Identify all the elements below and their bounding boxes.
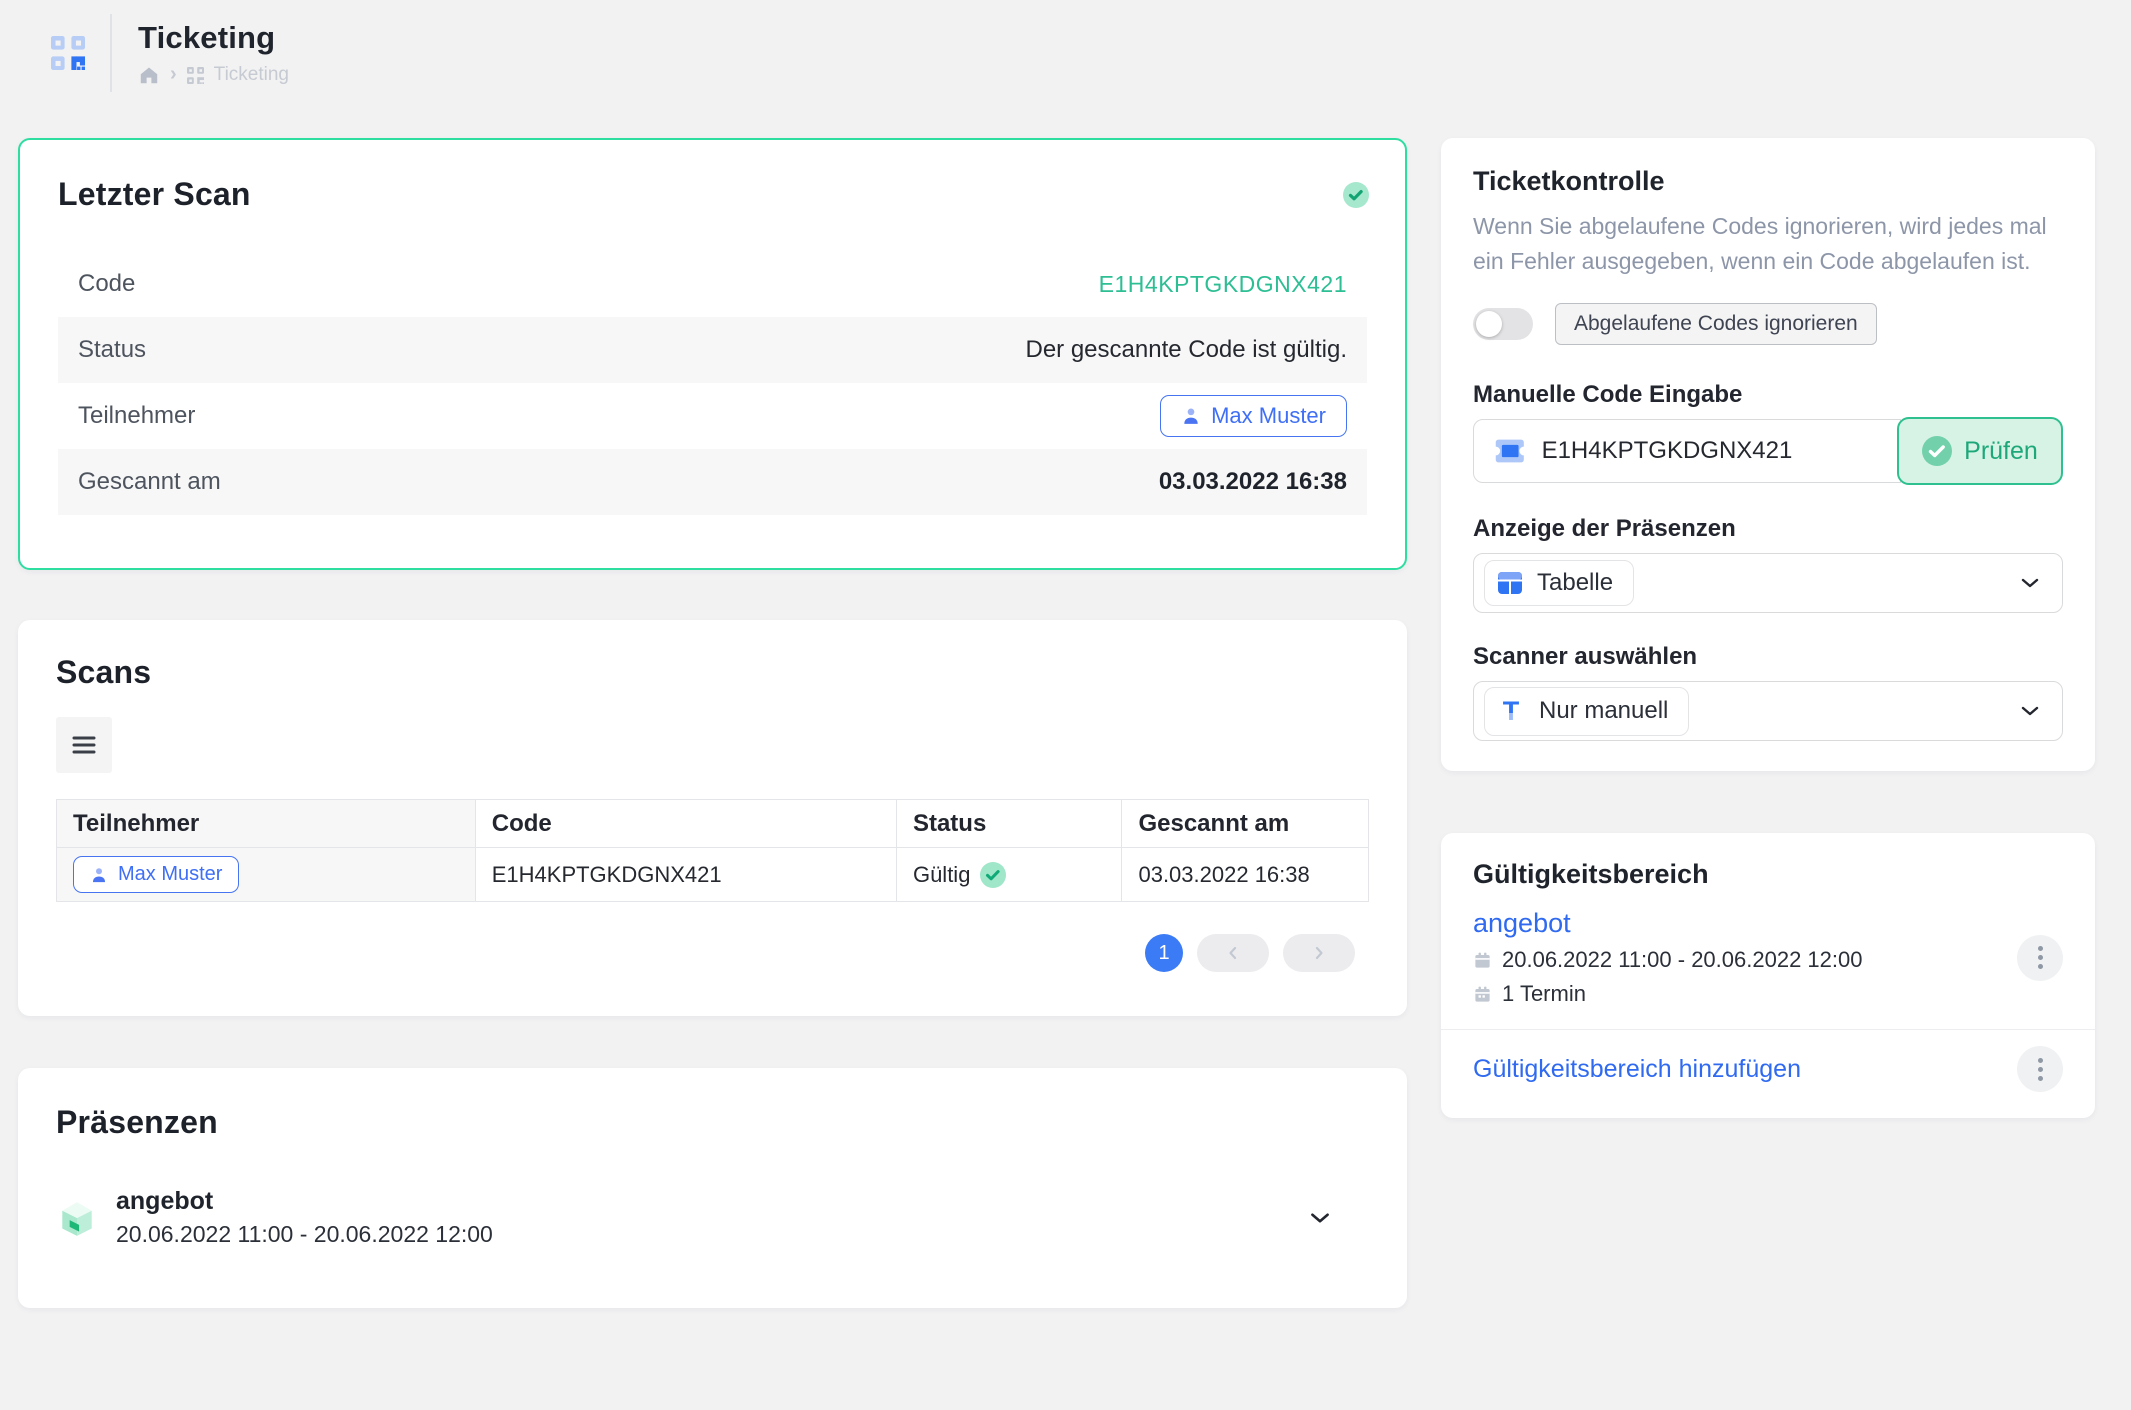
- previous-page-button[interactable]: [1197, 934, 1269, 972]
- column-header-status: Status: [896, 800, 1122, 848]
- calendar-days-icon: [1473, 985, 1492, 1004]
- home-icon[interactable]: [138, 64, 160, 86]
- row-label: Code: [78, 270, 135, 298]
- cell-teilnehmer: Max Muster: [57, 848, 476, 902]
- chevron-down-icon: [1307, 1205, 1333, 1231]
- presence-display-value: Tabelle: [1537, 569, 1613, 597]
- expand-presence-button[interactable]: [1307, 1205, 1333, 1231]
- validity-entry: angebot 20.06.2022 11:00 - 20.06.2022 12…: [1473, 908, 2063, 1007]
- table-icon: [1497, 570, 1523, 596]
- ignore-expired-codes-button[interactable]: Abgelaufene Codes ignorieren: [1555, 303, 1877, 345]
- ticketing-qr-icon: [187, 67, 204, 84]
- column-header-gescannt-am: Gescannt am: [1122, 800, 1369, 848]
- praesenzen-title: Präsenzen: [56, 1104, 1369, 1141]
- last-scan-row-date: Gescannt am 03.03.2022 16:38: [58, 449, 1367, 515]
- breadcrumb: › Ticketing: [138, 64, 289, 87]
- text-scanner-icon: T: [1497, 696, 1525, 727]
- presence-display-label: Anzeige der Präsenzen: [1473, 515, 2063, 543]
- presence-display-select[interactable]: Tabelle: [1473, 553, 2063, 613]
- row-label: Status: [78, 336, 146, 364]
- scan-success-check-icon: [1343, 182, 1369, 208]
- chevron-right-icon: [1309, 943, 1329, 963]
- participant-name: Max Muster: [118, 863, 222, 886]
- pagination: 1: [56, 934, 1355, 972]
- add-validity-menu-button[interactable]: [2017, 1046, 2063, 1092]
- participant-button[interactable]: Max Muster: [73, 856, 239, 893]
- page-1-button[interactable]: 1: [1145, 934, 1183, 972]
- last-scan-rows: Code E1H4KPTGKDGNX421 Status Der gescann…: [58, 251, 1367, 515]
- presence-date-range: 20.06.2022 11:00 - 20.06.2022 12:00: [116, 1221, 493, 1248]
- cell-code: E1H4KPTGKDGNX421: [475, 848, 896, 902]
- check-circle-icon: [1922, 436, 1952, 466]
- chevron-down-icon: [2018, 699, 2042, 723]
- participant-button[interactable]: Max Muster: [1160, 395, 1347, 437]
- praesenzen-card: Präsenzen angebot 20.06.2022 11:00 - 20.…: [18, 1068, 1407, 1308]
- column-header-code: Code: [475, 800, 896, 848]
- breadcrumb-separator-icon: ›: [170, 63, 177, 86]
- scanner-select-label: Scanner auswählen: [1473, 643, 2063, 671]
- header-divider: [110, 14, 112, 92]
- chevron-down-icon: [2018, 571, 2042, 595]
- cube-icon: [56, 1197, 98, 1239]
- ticketkontrolle-description: Wenn Sie abgelaufene Codes ignorieren, w…: [1473, 209, 2063, 279]
- scanner-select[interactable]: T Nur manuell: [1473, 681, 2063, 741]
- check-code-button[interactable]: Prüfen: [1897, 417, 2063, 485]
- validity-entry-menu-button[interactable]: [2017, 935, 2063, 981]
- scans-card: Scans Teilnehmer Code Status Gescannt am: [18, 620, 1407, 1016]
- last-scan-row-teilnehmer: Teilnehmer Max Muster: [58, 383, 1367, 449]
- scanned-code-value: E1H4KPTGKDGNX421: [1099, 271, 1347, 298]
- status-text: Gültig: [913, 862, 970, 888]
- ticketkontrolle-title: Ticketkontrolle: [1473, 166, 2063, 197]
- hamburger-icon: [72, 735, 96, 755]
- column-header-teilnehmer: Teilnehmer: [57, 800, 476, 848]
- add-validity-link[interactable]: Gültigkeitsbereich hinzufügen: [1473, 1055, 1801, 1084]
- row-label: Teilnehmer: [78, 402, 195, 430]
- next-page-button[interactable]: [1283, 934, 1355, 972]
- gueltigkeitsbereich-title: Gültigkeitsbereich: [1473, 859, 2063, 890]
- scans-title: Scans: [56, 654, 1369, 691]
- manual-code-label: Manuelle Code Eingabe: [1473, 381, 2063, 409]
- gueltigkeitsbereich-card: Gültigkeitsbereich angebot 20.06.2022 11…: [1441, 833, 2095, 1118]
- calendar-icon: [1473, 951, 1492, 970]
- valid-check-icon: [980, 862, 1006, 888]
- manual-code-field-wrap: [1473, 419, 1901, 483]
- breadcrumb-current[interactable]: Ticketing: [214, 64, 289, 86]
- ticket-icon: [1494, 437, 1526, 465]
- participant-name: Max Muster: [1211, 403, 1326, 429]
- validity-termine: 1 Termin: [1502, 981, 1586, 1007]
- ticketkontrolle-card: Ticketkontrolle Wenn Sie abgelaufene Cod…: [1441, 138, 2095, 771]
- table-menu-button[interactable]: [56, 717, 112, 773]
- table-row: Max Muster E1H4KPTGKDGNX421 Gültig: [57, 848, 1369, 902]
- scan-status-value: Der gescannte Code ist gültig.: [1025, 336, 1347, 364]
- app-header: Ticketing › Ticketing: [0, 0, 2131, 106]
- scan-date-value: 03.03.2022 16:38: [1159, 468, 1347, 496]
- table-header-row: Teilnehmer Code Status Gescannt am: [57, 800, 1369, 848]
- presence-name: angebot: [116, 1187, 493, 1216]
- presence-item[interactable]: angebot 20.06.2022 11:00 - 20.06.2022 12…: [56, 1187, 1369, 1248]
- scanner-select-value: Nur manuell: [1539, 697, 1668, 725]
- cell-status: Gültig: [896, 848, 1122, 902]
- last-scan-card: Letzter Scan Code E1H4KPTGKDGNX421 Statu…: [18, 138, 1407, 570]
- check-code-label: Prüfen: [1964, 437, 2038, 466]
- ignore-expired-toggle[interactable]: [1473, 308, 1533, 340]
- chevron-left-icon: [1223, 943, 1243, 963]
- manual-code-input[interactable]: [1542, 437, 1880, 465]
- row-label: Gescannt am: [78, 468, 221, 496]
- last-scan-row-status: Status Der gescannte Code ist gültig.: [58, 317, 1367, 383]
- last-scan-row-code: Code E1H4KPTGKDGNX421: [58, 251, 1367, 317]
- validity-date-range: 20.06.2022 11:00 - 20.06.2022 12:00: [1502, 947, 1862, 973]
- app-logo-qr-icon[interactable]: [40, 36, 96, 70]
- scans-table: Teilnehmer Code Status Gescannt am: [56, 799, 1369, 902]
- validity-entry-link[interactable]: angebot: [1473, 908, 1862, 939]
- page-title: Ticketing: [138, 20, 289, 56]
- cell-gescannt-am: 03.03.2022 16:38: [1122, 848, 1369, 902]
- last-scan-title: Letzter Scan: [58, 176, 1367, 213]
